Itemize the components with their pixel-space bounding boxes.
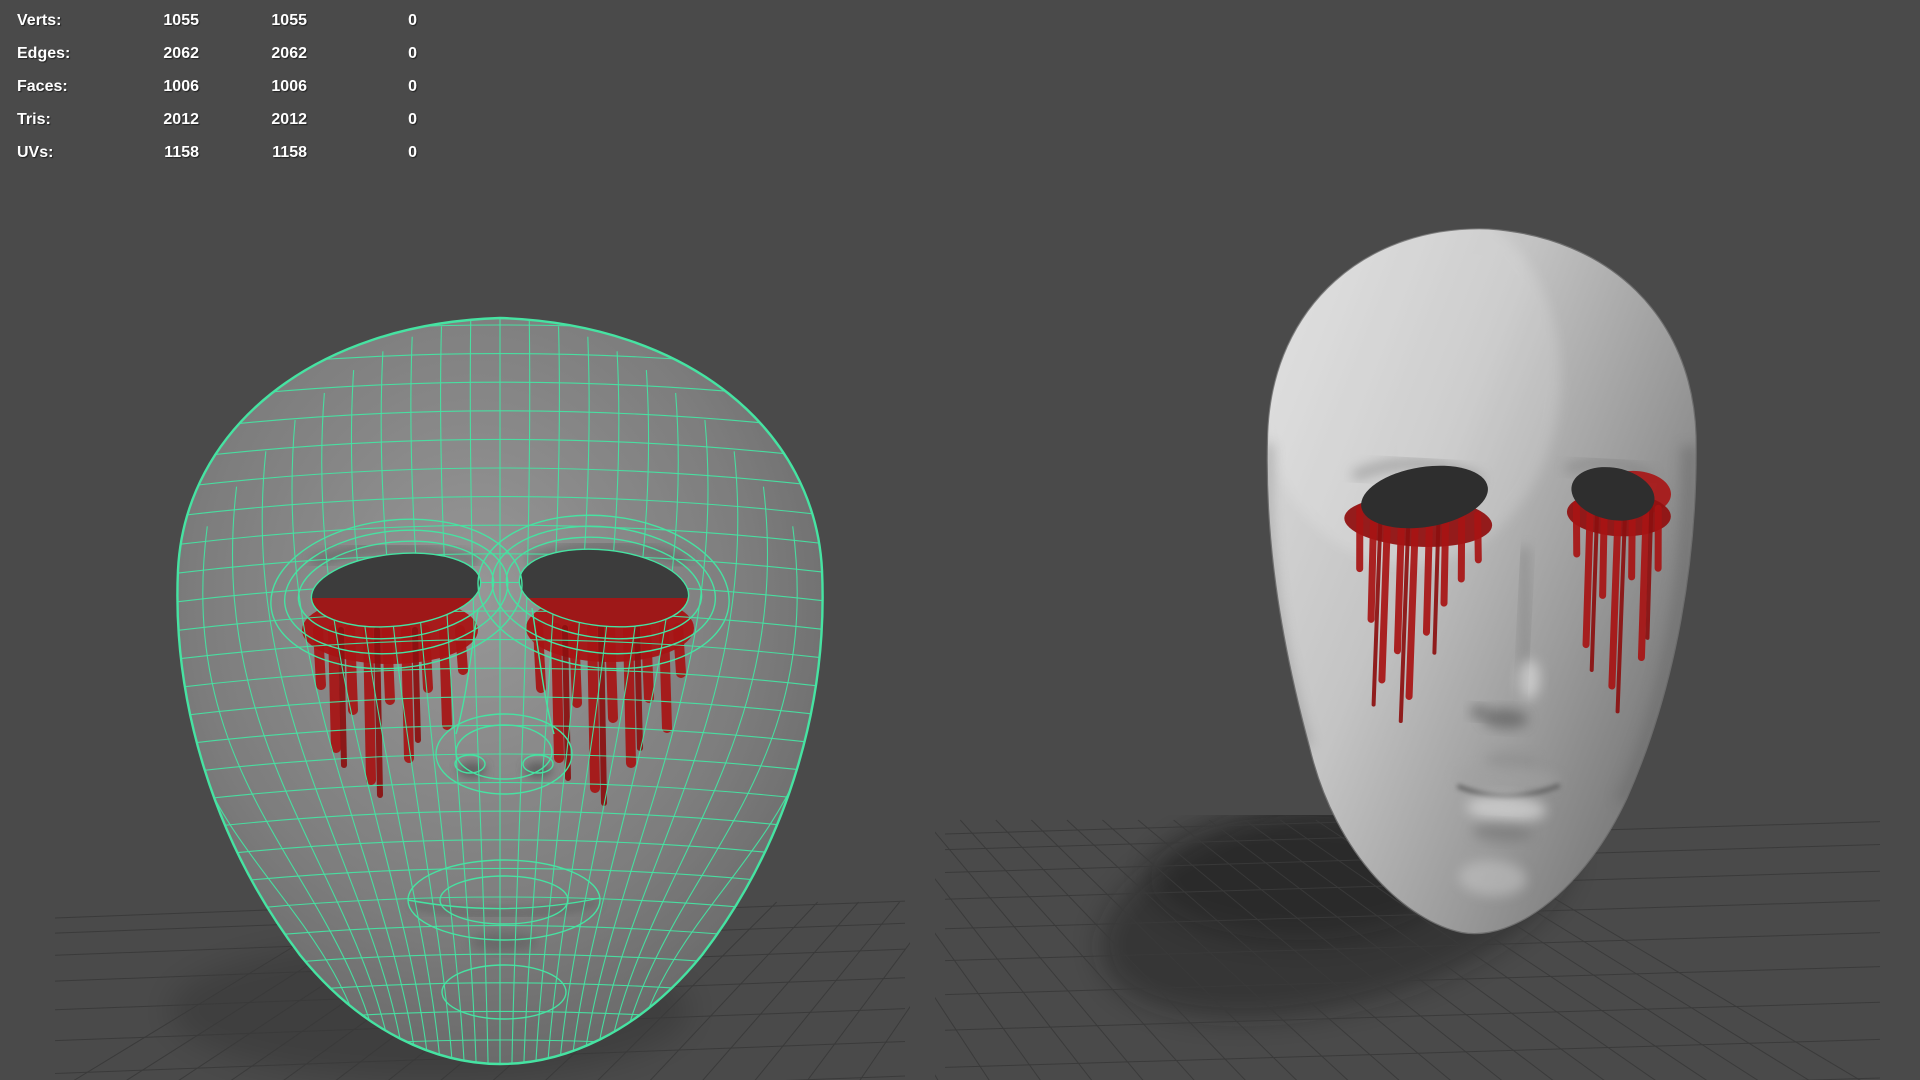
- hud-row-uvs: UVs: 1158 1158 0: [17, 136, 417, 169]
- 3d-viewport[interactable]: Verts: 1055 1055 0 Edges: 2062 2062 0 Fa…: [0, 0, 1920, 1080]
- shaded-mask-model[interactable]: [1230, 215, 1740, 965]
- hud-label: Edges:: [17, 44, 71, 62]
- hud-label: Faces:: [17, 77, 68, 95]
- hud-value-selected: 1158: [272, 143, 307, 161]
- wireframe-mask-model[interactable]: [140, 300, 870, 1080]
- hud-label: Tris:: [17, 110, 51, 128]
- hud-value-total: 2062: [163, 44, 199, 62]
- hud-label: Verts:: [17, 11, 62, 29]
- hud-value-selected: 1006: [271, 77, 307, 95]
- hud-value-component: 0: [408, 143, 417, 161]
- poly-count-hud: Verts: 1055 1055 0 Edges: 2062 2062 0 Fa…: [17, 4, 417, 169]
- hud-value-component: 0: [408, 11, 417, 29]
- hud-value-total: 1055: [163, 11, 199, 29]
- hud-value-total: 1006: [163, 77, 199, 95]
- hud-value-component: 0: [408, 77, 417, 95]
- hud-value-total: 2012: [163, 110, 199, 128]
- hud-value-total: 1158: [164, 143, 199, 161]
- hud-value-selected: 2062: [271, 44, 307, 62]
- hud-value-component: 0: [408, 110, 417, 128]
- hud-row-faces: Faces: 1006 1006 0: [17, 70, 417, 103]
- hud-row-verts: Verts: 1055 1055 0: [17, 4, 417, 37]
- hud-value-component: 0: [408, 44, 417, 62]
- hud-value-selected: 2012: [271, 110, 307, 128]
- hud-row-edges: Edges: 2062 2062 0: [17, 37, 417, 70]
- hud-row-tris: Tris: 2012 2012 0: [17, 103, 417, 136]
- shaded-mask-group: [1260, 217, 1699, 935]
- hud-label: UVs:: [17, 143, 54, 161]
- hud-value-selected: 1055: [271, 11, 307, 29]
